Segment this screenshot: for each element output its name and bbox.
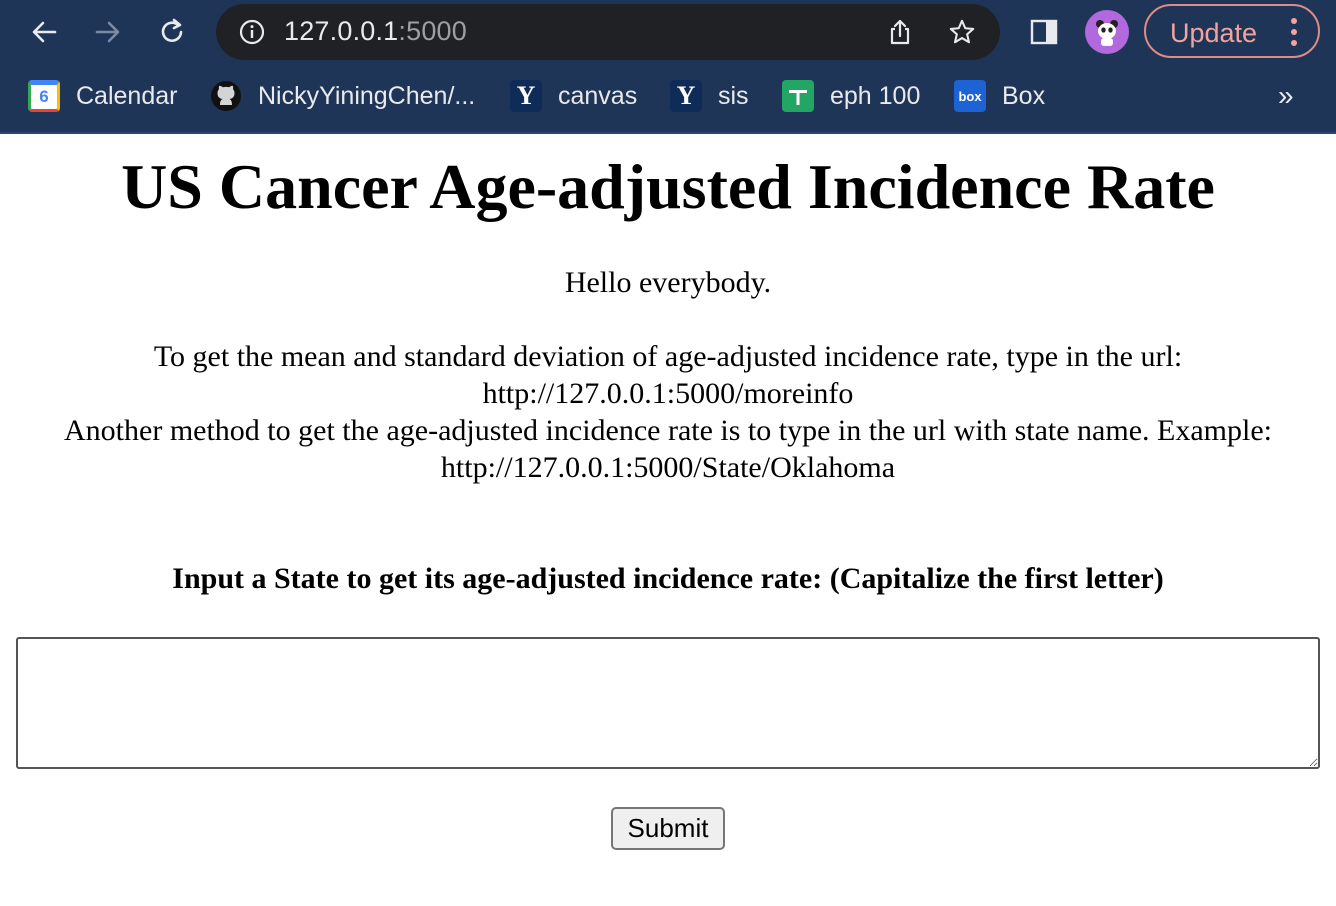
page-content: US Cancer Age-adjusted Incidence Rate He… — [0, 134, 1336, 906]
page-title: US Cancer Age-adjusted Incidence Rate — [121, 151, 1215, 222]
bookmark-label: Box — [1002, 81, 1046, 110]
more-vert-icon[interactable] — [1290, 18, 1298, 46]
update-label: Update — [1170, 18, 1258, 48]
bookmark-label: canvas — [558, 81, 638, 110]
google-calendar-icon: 6 — [28, 80, 60, 112]
bookmark-box[interactable]: box Box — [954, 78, 1045, 114]
yale-icon-letter: Y — [676, 81, 696, 110]
github-icon — [210, 80, 242, 112]
instruction-text: Another method to get the age-adjusted i… — [64, 414, 1272, 447]
url-port: :5000 — [398, 16, 467, 46]
yale-icon: Y — [670, 80, 702, 112]
instruction-text: To get the mean and standard deviation o… — [153, 340, 1183, 373]
browser-toolbar: 127.0.0.1:5000 Update — [0, 0, 1336, 64]
box-icon: box — [954, 80, 986, 112]
bookmark-label: sis — [718, 81, 749, 110]
address-bar[interactable]: 127.0.0.1:5000 — [216, 4, 1000, 60]
info-icon[interactable] — [238, 18, 266, 46]
forward-arrow-icon[interactable] — [88, 12, 128, 52]
state-input[interactable] — [16, 637, 1320, 769]
submit-button[interactable]: Submit — [611, 807, 725, 850]
share-icon[interactable] — [886, 18, 914, 46]
update-button[interactable]: Update — [1144, 4, 1320, 58]
moreinfo-url-text: http://127.0.0.1:5000/moreinfo — [482, 377, 854, 410]
bookmark-canvas[interactable]: Y canvas — [510, 78, 637, 114]
bookmark-calendar[interactable]: 6 Calendar — [28, 78, 177, 114]
yale-icon-letter: Y — [516, 81, 536, 110]
greeting-text: Hello everybody. — [564, 266, 772, 299]
bookmark-label: eph 100 — [830, 81, 921, 110]
google-sheets-icon — [782, 80, 814, 112]
url-host: 127.0.0.1 — [284, 16, 399, 46]
bookmarks-overflow-chevron[interactable]: » — [1278, 80, 1294, 112]
yale-icon: Y — [510, 80, 542, 112]
side-panel-icon[interactable] — [1024, 12, 1064, 52]
bookmark-label: Calendar — [76, 81, 178, 110]
profile-avatar[interactable] — [1085, 10, 1129, 54]
example-url-text: http://127.0.0.1:5000/State/Oklahoma — [440, 451, 896, 484]
box-icon-text: box — [958, 88, 982, 104]
bookmark-github[interactable]: NickyYiningChen/... — [210, 78, 475, 114]
bookmarks-bar: 6 Calendar NickyYiningChen/... Y canvas … — [0, 64, 1336, 134]
url-text[interactable]: 127.0.0.1:5000 — [284, 16, 467, 47]
bookmark-eph-100[interactable]: eph 100 — [782, 78, 920, 114]
bookmark-sis[interactable]: Y sis — [670, 78, 749, 114]
bookmark-label: NickyYiningChen/... — [258, 81, 476, 110]
back-arrow-icon[interactable] — [24, 12, 64, 52]
reload-icon[interactable] — [152, 12, 192, 52]
calendar-icon-date: 6 — [39, 87, 49, 106]
star-icon[interactable] — [948, 18, 976, 46]
state-input-label: Input a State to get its age-adjusted in… — [172, 562, 1164, 595]
